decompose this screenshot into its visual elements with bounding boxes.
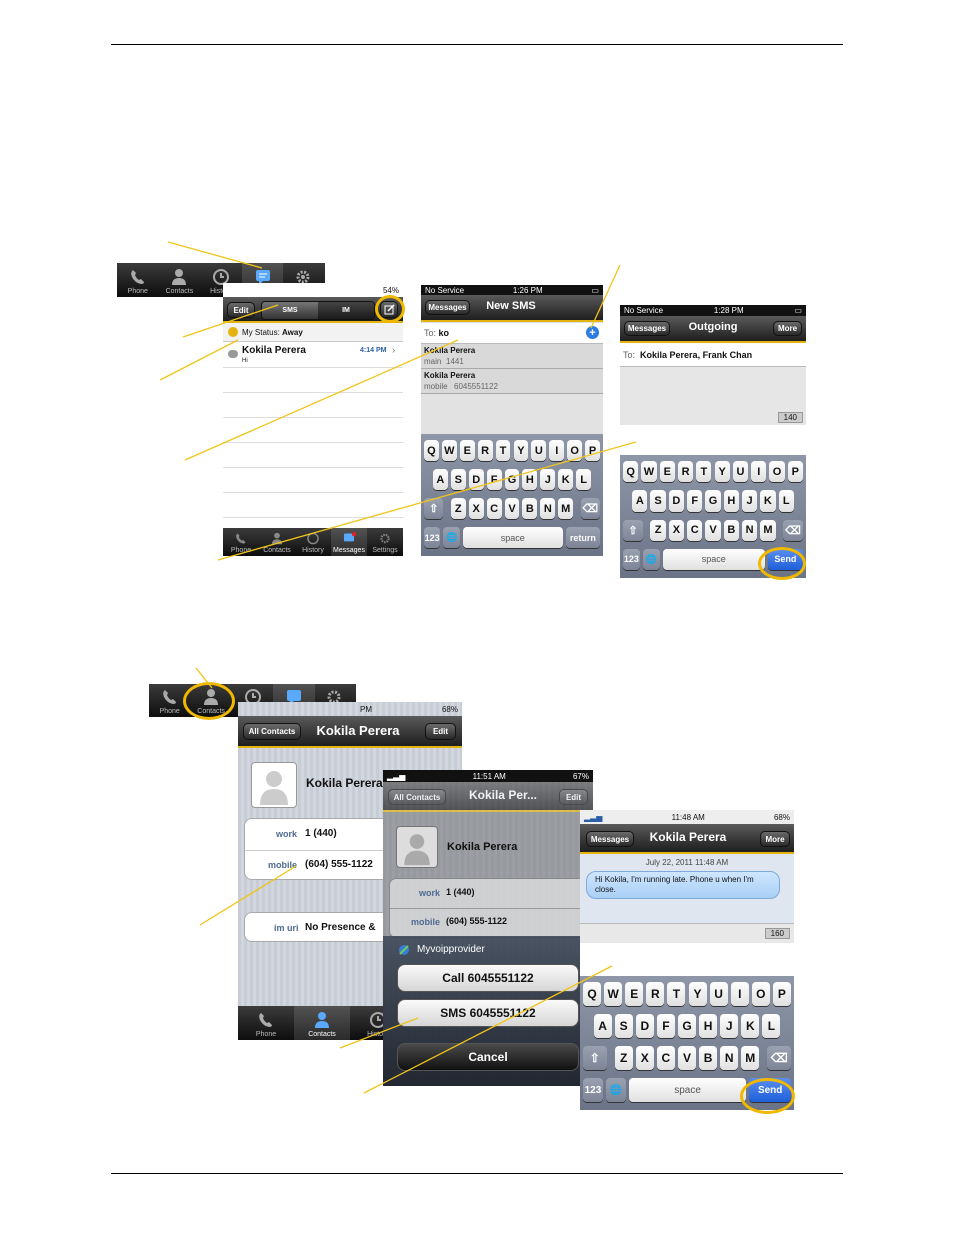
figure2-leader-lines (195, 667, 613, 1094)
